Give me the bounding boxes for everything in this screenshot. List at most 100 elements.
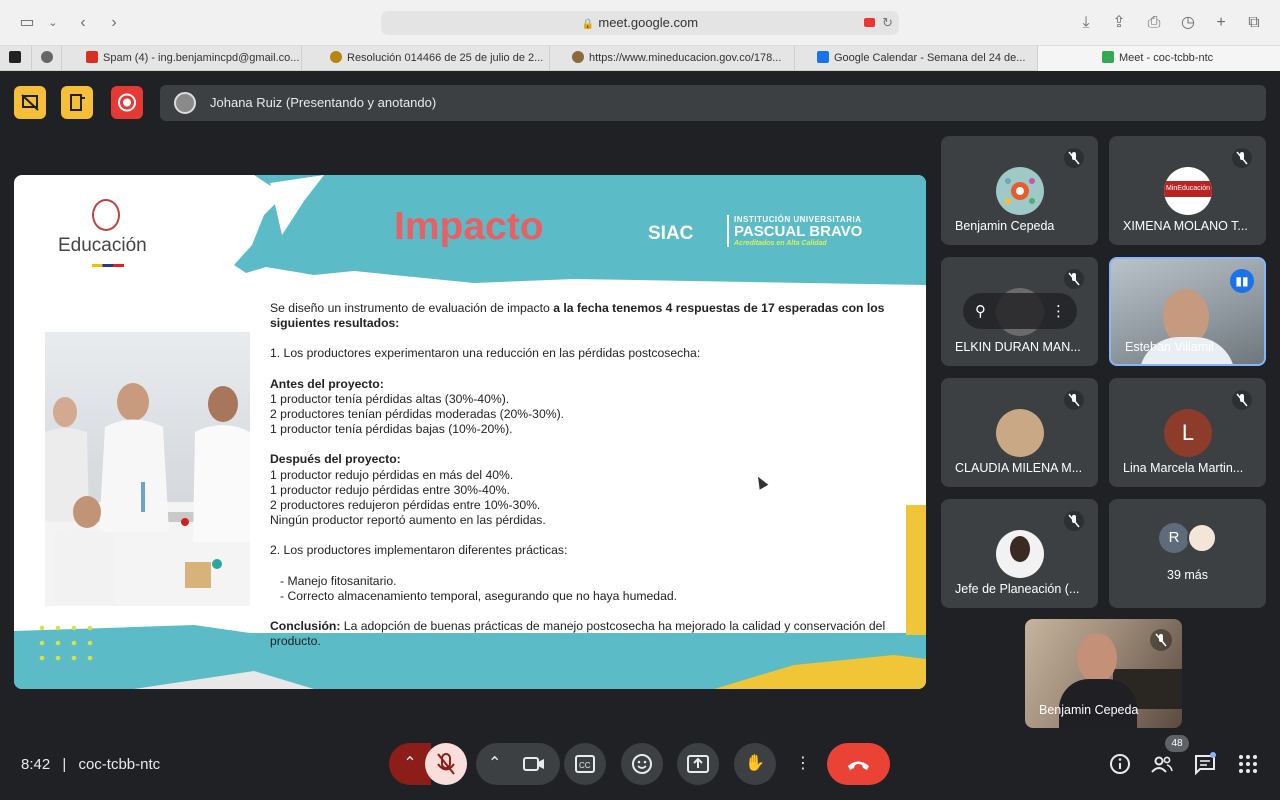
raise-hand-button[interactable]: ✋ bbox=[734, 743, 776, 785]
participant-tile[interactable]: Benjamin Cepeda bbox=[941, 136, 1098, 245]
chevron-up-icon: ⌃ bbox=[488, 755, 502, 772]
educacion-logo: Educación bbox=[58, 235, 147, 256]
chevron-down-icon[interactable]: ⌄ bbox=[42, 12, 64, 34]
mic-off-icon bbox=[437, 753, 455, 775]
participant-tile[interactable]: ⚲ ⋮ ELKIN DURAN MAN... bbox=[941, 257, 1098, 366]
pinned-tab-apple[interactable] bbox=[32, 46, 62, 71]
more-vert-icon: ⋮ bbox=[795, 755, 811, 772]
pinned-tab[interactable] bbox=[0, 46, 32, 71]
participant-name: CLAUDIA MILENA M... bbox=[955, 461, 1083, 475]
after-heading: Después del proyecto: bbox=[270, 452, 401, 467]
participant-tile[interactable]: L Lina Marcela Martin... bbox=[1109, 378, 1266, 487]
recording-button[interactable] bbox=[111, 86, 143, 119]
chevron-up-icon: ⌃ bbox=[403, 755, 417, 772]
reactions-button[interactable] bbox=[621, 743, 663, 785]
after-line: Ningún productor reportó aumento en las … bbox=[270, 513, 546, 528]
people-icon bbox=[1151, 756, 1173, 773]
browser-toolbar: ▭ ⌄ ‹ › 🔒 meet.google.com ↻ ⤓ ⇪ ⎙ ◷ + ⧉ bbox=[0, 0, 1280, 46]
pascual-bravo-logo: INSTITUCIÓN UNIVERSITARIA PASCUAL BRAVO … bbox=[727, 215, 877, 247]
tab-gmail[interactable]: Spam (4) - ing.benjamincpd@gmail.co... bbox=[62, 46, 302, 71]
leave-call-button[interactable] bbox=[827, 743, 890, 785]
tab-meet[interactable]: Meet - coc-tcbb-ntc bbox=[1038, 46, 1280, 71]
present-button[interactable] bbox=[677, 743, 719, 785]
print-icon[interactable]: ⎙ bbox=[1143, 12, 1165, 34]
participant-name: Benjamin Cepeda bbox=[955, 219, 1055, 233]
download-icon[interactable]: ⤓ bbox=[1075, 12, 1097, 34]
captions-icon: CC bbox=[575, 755, 595, 773]
chat-icon bbox=[1195, 752, 1216, 776]
url-text: meet.google.com bbox=[598, 15, 699, 30]
back-icon[interactable]: ‹ bbox=[72, 12, 94, 34]
practice-line: - Manejo fitosanitario. bbox=[280, 573, 397, 588]
more-options-button[interactable]: ⋮ bbox=[790, 743, 816, 785]
muted-icon bbox=[1150, 629, 1172, 651]
forward-icon[interactable]: › bbox=[103, 12, 125, 34]
lab-photo bbox=[45, 332, 250, 606]
tab-overview-icon[interactable]: ⧉ bbox=[1243, 12, 1265, 34]
after-line: 1 productor redujo pérdidas en más del 4… bbox=[270, 467, 514, 482]
participant-tile-active[interactable]: ▮▮ Esteban Villamil bbox=[1109, 257, 1266, 366]
muted-icon bbox=[1232, 148, 1252, 168]
participant-avatar bbox=[996, 530, 1044, 578]
tab-mineducacion[interactable]: https://www.mineducacion.gov.co/178... bbox=[550, 46, 795, 71]
after-line: 2 productores redujeron pérdidas entre 1… bbox=[270, 498, 541, 513]
participant-tile[interactable]: Jefe de Planeación (... bbox=[941, 499, 1098, 608]
gear-logo-icon bbox=[1005, 178, 1035, 204]
seal-icon bbox=[330, 51, 342, 63]
tab-resolucion[interactable]: Resolución 014466 de 25 de julio de 2... bbox=[302, 46, 550, 71]
emoji-icon bbox=[632, 754, 652, 774]
participant-tile[interactable]: CLAUDIA MILENA M... bbox=[941, 378, 1098, 487]
microphone-button[interactable] bbox=[425, 743, 467, 785]
meeting-info: 8:42 | coc-tcbb-ntc bbox=[21, 756, 160, 773]
people-button[interactable] bbox=[1150, 752, 1174, 776]
self-view-tile[interactable]: Benjamin Cepeda bbox=[1025, 619, 1182, 728]
intro-paragraph: Se diseño un instrumento de evaluación d… bbox=[270, 301, 885, 331]
flag-bar bbox=[92, 264, 124, 267]
camera-button-group[interactable]: ⌃ bbox=[476, 743, 560, 785]
sidebar-icon[interactable]: ▭ bbox=[16, 12, 38, 34]
self-face bbox=[1077, 633, 1117, 683]
after-line: 1 productor redujo pérdidas entre 30%-40… bbox=[270, 482, 510, 497]
history-icon[interactable]: ◷ bbox=[1177, 12, 1199, 34]
participant-tile[interactable]: MinEducación XIMENA MOLANO T... bbox=[1109, 136, 1266, 245]
muted-icon bbox=[1064, 148, 1084, 168]
participant-avatar bbox=[1187, 523, 1217, 553]
address-bar[interactable]: 🔒 meet.google.com ↻ bbox=[381, 11, 899, 35]
presenter-bar: Johana Ruiz (Presentando y anotando) bbox=[160, 85, 1266, 121]
camera-icon bbox=[523, 757, 544, 771]
before-line: 1 productor tenía pérdidas altas (30%-40… bbox=[270, 391, 510, 406]
point-1: 1. Los productores experimentaron una re… bbox=[270, 346, 701, 361]
captions-button[interactable]: CC bbox=[564, 743, 606, 785]
meeting-details-button[interactable] bbox=[1108, 752, 1132, 776]
pinned-favicon-icon bbox=[9, 51, 21, 63]
gmail-icon bbox=[86, 51, 98, 63]
lab-photo-illustration bbox=[45, 383, 250, 606]
muted-icon bbox=[1064, 269, 1084, 289]
inst-line3: Acreditados en Alta Calidad bbox=[734, 240, 827, 247]
mineducacion-logo: MinEducación bbox=[1164, 181, 1212, 197]
speaking-icon: ▮▮ bbox=[1230, 269, 1254, 293]
more-options-icon[interactable]: ⋮ bbox=[1051, 302, 1066, 320]
pin-icon[interactable]: ⚲ bbox=[975, 302, 986, 320]
muted-icon bbox=[1064, 390, 1084, 410]
seal-icon bbox=[572, 51, 584, 63]
activities-button[interactable] bbox=[1236, 752, 1260, 776]
muted-icon bbox=[1064, 511, 1084, 531]
shared-slide: Educación Impacto SIAC INSTITUCIÓN UNIVE… bbox=[14, 175, 926, 689]
tab-calendar[interactable]: Google Calendar - Semana del 24 de... bbox=[795, 46, 1038, 71]
before-line: 1 productor tenía pérdidas bajas (10%-20… bbox=[270, 422, 513, 437]
tab-bar: Spam (4) - ing.benjamincpd@gmail.co... R… bbox=[0, 46, 1280, 71]
participant-name: ELKIN DURAN MAN... bbox=[955, 340, 1081, 354]
new-tab-icon[interactable]: + bbox=[1210, 12, 1232, 34]
stop-presenting-button[interactable] bbox=[14, 86, 46, 119]
participant-avatar: R bbox=[1159, 523, 1189, 553]
colombia-seal-icon bbox=[92, 199, 120, 231]
companion-button[interactable] bbox=[61, 86, 93, 119]
reload-icon[interactable]: ↻ bbox=[882, 11, 893, 35]
before-line: 2 productores tenían pérdidas moderadas … bbox=[270, 407, 565, 422]
chat-button[interactable] bbox=[1193, 752, 1217, 776]
share-icon[interactable]: ⇪ bbox=[1108, 12, 1130, 34]
more-participants-label: 39 más bbox=[1167, 568, 1208, 582]
info-icon bbox=[1110, 754, 1130, 774]
more-participants-tile[interactable]: R 39 más bbox=[1109, 499, 1266, 608]
